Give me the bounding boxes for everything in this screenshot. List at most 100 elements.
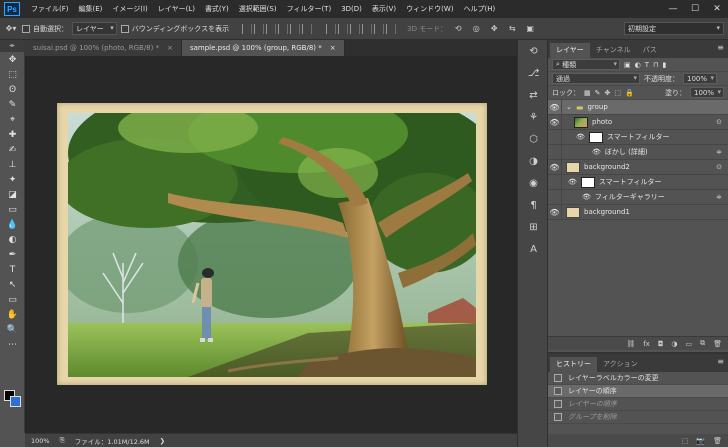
kind-filter-dropdown[interactable]: ⌕ 種類 xyxy=(552,59,620,70)
adjustments-icon[interactable]: ◑ xyxy=(518,150,549,172)
shape-filter-icon[interactable]: ⊓ xyxy=(653,61,658,69)
auto-select-checkbox[interactable]: 自動選択： xyxy=(22,24,68,34)
quick-select-tool-icon[interactable]: ✎ xyxy=(0,97,25,112)
bounding-box-checkbox[interactable]: バウンディングボックスを表示 xyxy=(120,24,229,34)
character-icon[interactable]: A xyxy=(518,238,549,260)
path-select-tool-icon[interactable]: ↖ xyxy=(0,277,25,292)
visibility-eye-icon[interactable]: 👁 xyxy=(548,115,562,129)
blur-tool-icon[interactable]: 💧 xyxy=(0,217,25,232)
align-right-icon[interactable] xyxy=(302,23,313,34)
lock-transparent-icon[interactable]: ▦ xyxy=(584,89,591,97)
distribute-right-icon[interactable] xyxy=(386,23,397,34)
minimize-button[interactable]: — xyxy=(662,0,684,18)
fill-input[interactable]: 100% xyxy=(690,87,724,98)
3d-pan-icon[interactable]: ✥ xyxy=(487,22,501,36)
type-tool-icon[interactable]: T xyxy=(0,262,25,277)
menu-view[interactable]: 表示(V) xyxy=(367,4,401,14)
layer-filter-gallery[interactable]: 👁 フィルターギャラリー ≑ xyxy=(548,190,728,205)
new-layer-icon[interactable]: ⧉ xyxy=(700,339,705,348)
marquee-tool-icon[interactable]: ⬚ xyxy=(0,67,25,82)
move-tool-icon[interactable]: ✥ xyxy=(0,52,25,67)
layer-smart-filter[interactable]: 👁 スマートフィルター xyxy=(548,130,728,145)
tab-layers[interactable]: レイヤー xyxy=(550,43,590,58)
align-bottom-icon[interactable] xyxy=(266,23,277,34)
distribute-bottom-icon[interactable] xyxy=(350,23,361,34)
menu-select[interactable]: 選択範囲(S) xyxy=(234,4,282,14)
history-brush-tool-icon[interactable]: ✦ xyxy=(0,172,25,187)
filter-eye-icon[interactable]: 👁 xyxy=(582,193,591,201)
info-icon[interactable]: ⊞ xyxy=(518,216,549,238)
align-vcenter-icon[interactable] xyxy=(254,23,265,34)
lasso-tool-icon[interactable]: ʘ xyxy=(0,82,25,97)
pixel-filter-icon[interactable]: ▣ xyxy=(624,61,631,69)
brush-presets-icon[interactable]: ⚘ xyxy=(518,106,549,128)
share-icon[interactable]: ⎘ xyxy=(60,436,65,445)
layer-group[interactable]: 👁 ⌄ ▬ group xyxy=(548,100,728,115)
lock-all-icon[interactable]: 🔒 xyxy=(625,89,634,97)
new-snapshot-icon[interactable]: 📷 xyxy=(696,437,705,445)
link-layers-icon[interactable]: ⛓ xyxy=(626,340,635,348)
dodge-tool-icon[interactable]: ◐ xyxy=(0,232,25,247)
type-filter-icon[interactable]: T xyxy=(645,61,649,69)
distribute-top-icon[interactable] xyxy=(326,23,337,34)
menu-layer[interactable]: レイヤー(L) xyxy=(153,4,200,14)
blend-mode-dropdown[interactable]: 通過 xyxy=(552,73,640,84)
bounding-box-check-icon[interactable] xyxy=(120,24,129,33)
zoom-level[interactable]: 100% xyxy=(31,437,50,445)
align-left-icon[interactable] xyxy=(278,23,289,34)
filter-eye-icon[interactable]: 👁 xyxy=(576,133,585,141)
move-tool-icon[interactable]: ✥▾ xyxy=(4,22,18,36)
menu-3d[interactable]: 3D(D) xyxy=(336,5,367,13)
menu-type[interactable]: 書式(Y) xyxy=(200,4,234,14)
auto-select-check-icon[interactable] xyxy=(22,24,30,33)
expand-arrow-icon[interactable]: ⌄ xyxy=(566,103,572,111)
rectangle-tool-icon[interactable]: ▭ xyxy=(0,292,25,307)
tab-close-icon[interactable]: × xyxy=(330,44,336,52)
tab-channels[interactable]: チャンネル xyxy=(590,43,637,58)
filter-options-icon[interactable]: ≑ xyxy=(716,148,722,156)
layer-blur-filter[interactable]: 👁 ぼかし (詳細) ≑ xyxy=(548,145,728,160)
align-hcenter-icon[interactable] xyxy=(290,23,301,34)
history-item[interactable]: レイヤーラベルカラーの変更 xyxy=(548,372,728,385)
menu-edit[interactable]: 編集(E) xyxy=(74,4,108,14)
lock-position-icon[interactable]: ✥ xyxy=(605,89,611,97)
styles-icon[interactable]: ◉ xyxy=(518,172,549,194)
tab-close-icon[interactable]: × xyxy=(167,44,173,52)
lock-artboard-icon[interactable]: ⬚ xyxy=(614,89,621,97)
visibility-eye-icon[interactable] xyxy=(548,175,562,189)
tab-history[interactable]: ヒストリー xyxy=(550,357,597,372)
more-tools-icon[interactable]: ⋯ xyxy=(0,337,25,352)
filter-options-icon[interactable]: ≑ xyxy=(716,193,722,201)
auto-select-dropdown[interactable]: レイヤー xyxy=(72,22,117,35)
adjustment-filter-icon[interactable]: ◐ xyxy=(635,61,641,69)
visibility-eye-icon[interactable] xyxy=(548,130,562,144)
filter-eye-icon[interactable]: 👁 xyxy=(592,148,601,156)
history-menu-icon[interactable]: ≡ xyxy=(717,357,724,366)
3d-orbit-icon[interactable]: ⟲ xyxy=(451,22,465,36)
tab-sample[interactable]: sample.psd @ 100% (group, RGB/8) * × xyxy=(181,40,345,56)
close-button[interactable]: ✕ xyxy=(706,0,728,18)
distribute-left-icon[interactable] xyxy=(362,23,373,34)
delete-layer-icon[interactable]: 🗑 xyxy=(713,340,722,348)
new-document-from-state-icon[interactable]: ⬚ xyxy=(682,437,689,445)
layer-background2[interactable]: 👁 background2 ⊙ xyxy=(548,160,728,175)
tab-suisai[interactable]: suisai.psd @ 100% (photo, RGB/8) * × xyxy=(25,40,182,56)
distribute-vcenter-icon[interactable] xyxy=(338,23,349,34)
smart-object-filter-icon[interactable]: ▮ xyxy=(662,61,666,69)
tab-actions[interactable]: アクション xyxy=(597,357,644,372)
brush-tool-icon[interactable]: ✍ xyxy=(0,142,25,157)
status-arrow-icon[interactable]: ❯ xyxy=(160,437,165,445)
menu-image[interactable]: イメージ(I) xyxy=(107,4,152,14)
visibility-eye-icon[interactable]: 👁 xyxy=(548,205,562,219)
tools-collapse-icon[interactable]: ◂▸ xyxy=(0,40,24,52)
visibility-eye-icon[interactable]: 👁 xyxy=(548,160,562,174)
3d-scale-icon[interactable]: ▣ xyxy=(523,22,537,36)
workspace-dropdown[interactable]: 初期設定 xyxy=(624,22,724,35)
3d-roll-icon[interactable]: ◎ xyxy=(469,22,483,36)
stamp-tool-icon[interactable]: ⊥ xyxy=(0,157,25,172)
menu-help[interactable]: ヘルプ(H) xyxy=(459,4,501,14)
menu-filter[interactable]: フィルター(T) xyxy=(282,4,337,14)
history-item[interactable]: レイヤーの順序 xyxy=(548,385,728,398)
visibility-eye-icon[interactable]: 👁 xyxy=(548,100,562,114)
menu-file[interactable]: ファイル(F) xyxy=(26,4,74,14)
